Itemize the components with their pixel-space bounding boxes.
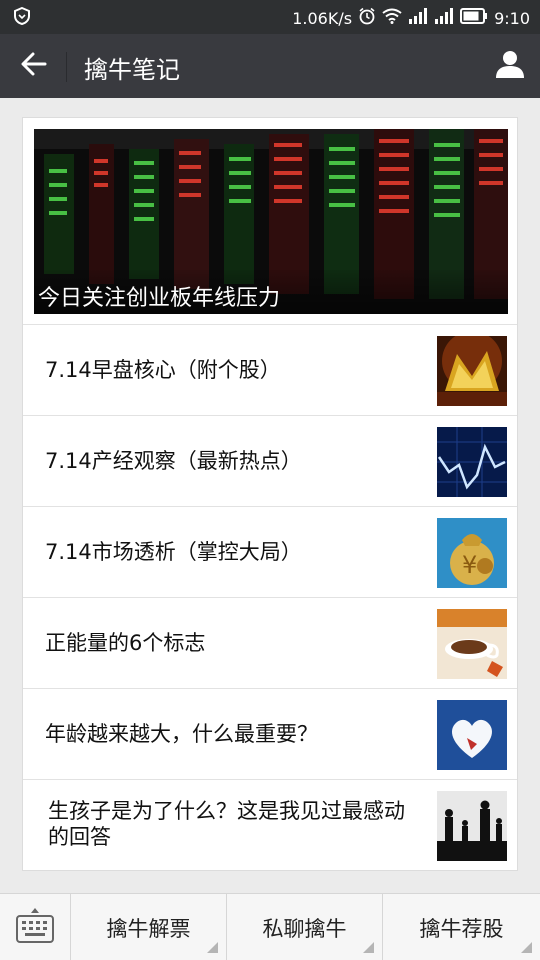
- title-bar: 擒牛笔记: [0, 34, 540, 98]
- article-title: 7.14市场透析（掌控大局）: [45, 540, 302, 564]
- family-silhouette-thumb: [437, 791, 507, 861]
- top-story[interactable]: 今日关注创业板年线压力: [34, 129, 508, 314]
- menu-item-label: 私聊擒牛: [262, 916, 347, 941]
- money-bag-thumb: ¥: [437, 518, 507, 588]
- person-icon: [495, 49, 525, 83]
- menu-item-private-chat[interactable]: 私聊擒牛: [227, 894, 383, 960]
- article-title: 年龄越来越大，什么最重要？: [45, 722, 318, 746]
- status-bar: 1.06K/s 9:10: [0, 0, 540, 34]
- menu-item-label: 擒牛解票: [106, 916, 191, 941]
- submenu-indicator-icon: [363, 942, 374, 953]
- menu-item-recommend-stock[interactable]: 擒牛荐股: [383, 894, 540, 960]
- wifi-icon: [382, 8, 402, 28]
- back-button[interactable]: [14, 48, 54, 84]
- net-speed: 1.06K/s: [292, 8, 353, 28]
- golden-letters-thumb: [437, 336, 507, 406]
- keyboard-icon: [15, 906, 55, 950]
- svg-text:¥: ¥: [462, 551, 477, 579]
- page-title: 擒牛笔记: [84, 56, 180, 84]
- title-divider: [66, 52, 67, 82]
- menu-item-jiepiao[interactable]: 擒牛解票: [71, 894, 227, 960]
- battery-icon: [460, 8, 488, 28]
- bottom-menu: 擒牛解票 私聊擒牛 擒牛荐股: [0, 893, 540, 960]
- list-item[interactable]: 生孩子是为了什么？这是我见过最感动的回答: [23, 779, 517, 870]
- top-story-caption: 今日关注创业板年线压力: [34, 270, 508, 314]
- list-item[interactable]: 7.14市场透析（掌控大局） ¥: [23, 506, 517, 597]
- clock-time: 9:10: [494, 8, 530, 28]
- submenu-indicator-icon: [207, 942, 218, 953]
- shield-icon: [14, 6, 30, 29]
- arrow-left-icon: [21, 52, 47, 80]
- stock-chart-thumb: [437, 427, 507, 497]
- list-item[interactable]: 7.14产经观察（最新热点）: [23, 415, 517, 506]
- article-card: 今日关注创业板年线压力 7.14早盘核心（附个股） 7.14产经观察（最新热点）…: [22, 117, 518, 871]
- alarm-icon: [358, 7, 376, 29]
- article-title: 生孩子是为了什么？这是我见过最感动的回答: [48, 799, 405, 849]
- signal-icon: [434, 8, 454, 28]
- heart-sky-thumb: [437, 700, 507, 770]
- profile-button[interactable]: [490, 46, 530, 86]
- article-title: 7.14早盘核心（附个股）: [45, 358, 281, 382]
- keyboard-toggle-button[interactable]: [0, 894, 71, 960]
- list-item[interactable]: 年龄越来越大，什么最重要？: [23, 688, 517, 779]
- article-title: 7.14产经观察（最新热点）: [45, 449, 302, 473]
- menu-item-label: 擒牛荐股: [419, 916, 504, 941]
- submenu-indicator-icon: [521, 942, 532, 953]
- coffee-cup-thumb: [437, 609, 507, 679]
- signal-icon: [408, 8, 428, 28]
- list-item[interactable]: 正能量的6个标志: [23, 597, 517, 688]
- list-item[interactable]: 7.14早盘核心（附个股）: [23, 324, 517, 415]
- article-title: 正能量的6个标志: [45, 631, 206, 655]
